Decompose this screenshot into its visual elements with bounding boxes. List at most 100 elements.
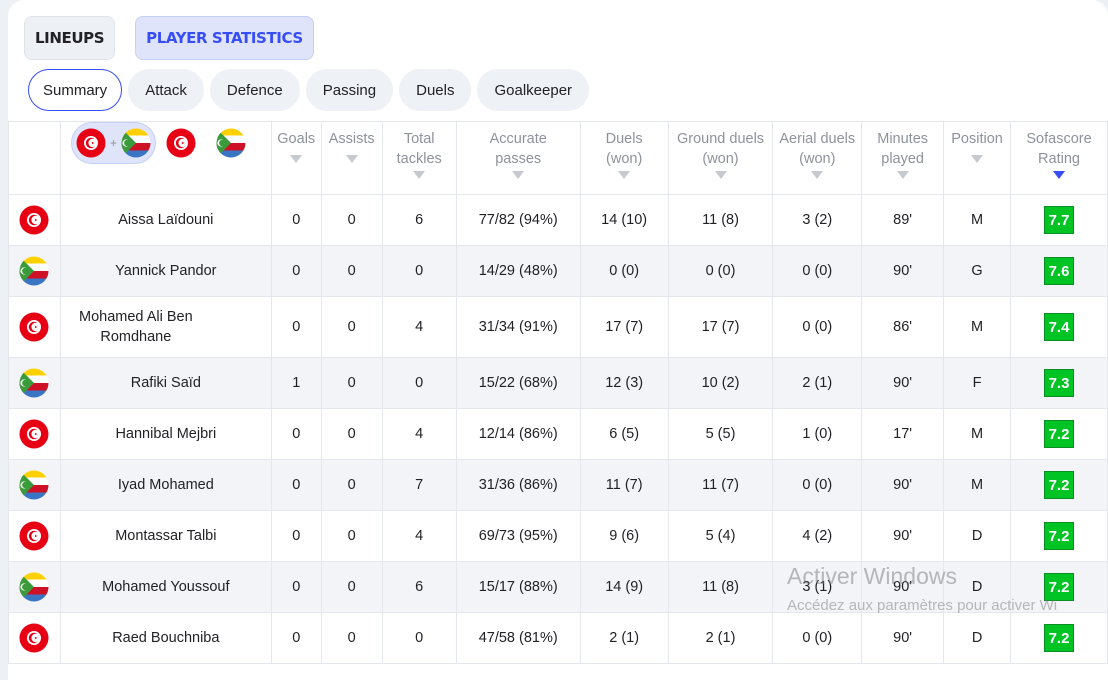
sort-arrow-icon[interactable]	[811, 171, 824, 179]
player-name-link[interactable]: Montassar Talbi	[59, 510, 272, 562]
tunisia-flag-icon	[19, 419, 49, 449]
player-name-link[interactable]: Mohamed Ali Ben Romdhane	[59, 296, 272, 358]
duels-won-cell: 0 (0)	[579, 245, 669, 297]
sort-arrow-icon[interactable]	[413, 171, 426, 179]
team-flag-cell	[8, 459, 61, 511]
assists-cell: 0	[320, 357, 383, 409]
sort-arrow-icon[interactable]	[345, 155, 358, 163]
team-filter: +	[59, 121, 272, 195]
tunisia-flag-icon	[76, 128, 106, 158]
rating-cell: 7.4	[1010, 296, 1108, 358]
goals-cell: 0	[270, 561, 322, 613]
goals-cell: 0	[270, 245, 322, 297]
rating-badge: 7.3	[1044, 369, 1074, 397]
team-flag-cell	[8, 296, 61, 358]
tunisia-flag-icon	[19, 521, 49, 551]
rating-cell: 7.2	[1010, 510, 1108, 562]
column-header-goals[interactable]: Goals	[270, 121, 322, 195]
total-tackles-cell: 4	[381, 510, 457, 562]
tab-attack[interactable]: Attack	[128, 69, 204, 111]
rating-cell: 7.7	[1010, 194, 1108, 246]
comoros-flag-icon	[19, 256, 49, 286]
player-row[interactable]: Montassar Talbi 0 0 4 69/73 (95%) 9 (6) 5 (4) 4…	[8, 510, 1108, 562]
minutes-played-cell: 90'	[861, 357, 945, 409]
rating-badge: 7.6	[1044, 257, 1074, 285]
player-name-link[interactable]: Rafiki Saïd	[59, 357, 272, 409]
player-row[interactable]: Iyad Mohamed 0 0 7 31/36 (86%) 11 (7) 11 (7) 0 …	[8, 459, 1108, 511]
team-flag-cell	[8, 561, 61, 613]
both-teams-filter-button[interactable]: +	[70, 122, 156, 164]
column-label: Goals	[277, 131, 316, 147]
player-name-link[interactable]: Hannibal Mejbri	[59, 408, 272, 460]
column-label: Total tackles	[396, 131, 442, 167]
tunisia-filter-button[interactable]	[166, 128, 196, 158]
total-tackles-cell: 6	[381, 194, 457, 246]
ground-duels-won-cell: 5 (5)	[667, 408, 774, 460]
player-name-link[interactable]: Iyad Mohamed	[59, 459, 272, 511]
rating-cell: 7.3	[1010, 357, 1108, 409]
total-tackles-cell: 0	[381, 357, 457, 409]
tab-player-statistics[interactable]: PLAYER STATISTICS	[135, 16, 314, 60]
column-header-ground-duels-won[interactable]: Ground duels (won)	[667, 121, 774, 195]
rating-badge: 7.2	[1044, 471, 1074, 499]
assists-cell: 0	[320, 245, 383, 297]
duels-won-cell: 17 (7)	[579, 296, 669, 358]
sort-arrow-icon[interactable]	[618, 171, 631, 179]
column-label: Position	[951, 131, 1003, 147]
sort-arrow-icon[interactable]	[714, 171, 727, 179]
accurate-passes-cell: 12/14 (86%)	[455, 408, 581, 460]
player-row[interactable]: Hannibal Mejbri 0 0 4 12/14 (86%) 6 (5) 5 (5) 1…	[8, 408, 1108, 460]
sort-arrow-icon[interactable]	[971, 155, 984, 163]
player-name-link[interactable]: Yannick Pandor	[59, 245, 272, 297]
position-cell: M	[943, 408, 1012, 460]
column-header-accurate-passes[interactable]: Accurate passes	[455, 121, 581, 195]
position-cell: M	[943, 296, 1012, 358]
tab-passing[interactable]: Passing	[305, 69, 394, 111]
aerial-duels-won-cell: 1 (0)	[772, 408, 863, 460]
duels-won-cell: 14 (10)	[579, 194, 669, 246]
column-header-minutes-played[interactable]: Minutes played	[861, 121, 945, 195]
tab-summary[interactable]: Summary	[28, 69, 123, 111]
total-tackles-cell: 4	[381, 296, 457, 358]
aerial-duels-won-cell: 4 (2)	[772, 510, 863, 562]
tab-duels[interactable]: Duels	[399, 69, 472, 111]
tab-lineups[interactable]: LINEUPS	[24, 16, 116, 60]
tab-defence[interactable]: Defence	[209, 69, 300, 111]
windows-activation-watermark: Activer Windows	[787, 563, 957, 589]
aerial-duels-won-cell: 0 (0)	[772, 459, 863, 511]
column-label: Duels (won)	[605, 131, 643, 167]
minutes-played-cell: 90'	[861, 459, 945, 511]
total-tackles-cell: 6	[381, 561, 457, 613]
column-header-total-tackles[interactable]: Total tackles	[381, 121, 457, 195]
comoros-flag-icon	[19, 368, 49, 398]
column-header-sofascore-rating[interactable]: Sofascore Rating	[1010, 121, 1108, 195]
goals-cell: 0	[270, 296, 322, 358]
flag-column-header	[8, 121, 61, 195]
goals-cell: 0	[270, 459, 322, 511]
column-header-assists[interactable]: Assists	[320, 121, 383, 195]
tunisia-flag-icon	[166, 128, 196, 158]
ground-duels-won-cell: 5 (4)	[667, 510, 774, 562]
column-label: Accurate passes	[489, 131, 547, 167]
tab-goalkeeper[interactable]: Goalkeeper	[477, 69, 590, 111]
goals-cell: 0	[270, 408, 322, 460]
column-header-aerial-duels-won[interactable]: Aerial duels (won)	[772, 121, 863, 195]
player-row[interactable]: Aissa Laïdouni 0 0 6 77/82 (94%) 14 (10) 11 (8…	[8, 194, 1108, 246]
player-row[interactable]: Yannick Pandor 0 0 0 14/29 (48%) 0 (0) 0 (0) 0 …	[8, 245, 1108, 297]
player-name-link[interactable]: Mohamed Youssouf	[59, 561, 272, 613]
player-row[interactable]: Rafiki Saïd 1 0 0 15/22 (68%) 12 (3) 10 (2) 2 (…	[8, 357, 1108, 409]
column-header-duels-won[interactable]: Duels (won)	[579, 121, 669, 195]
column-label: Assists	[328, 131, 375, 147]
player-row[interactable]: Mohamed Ali Ben Romdhane 0 0 4 31/34 (91%) 17…	[8, 296, 1108, 358]
aerial-duels-won-cell: 3 (2)	[772, 194, 863, 246]
sort-arrow-icon[interactable]	[290, 155, 303, 163]
ground-duels-won-cell: 11 (8)	[667, 194, 774, 246]
sort-arrow-icon[interactable]	[896, 171, 909, 179]
plus-icon: +	[109, 136, 117, 150]
comoros-filter-button[interactable]	[216, 128, 246, 158]
sort-arrow-icon[interactable]	[512, 171, 525, 179]
player-name-link[interactable]: Aissa Laïdouni	[59, 194, 272, 246]
column-header-position[interactable]: Position	[943, 121, 1012, 195]
position-cell: G	[943, 245, 1012, 297]
sort-arrow-active-icon[interactable]	[1053, 171, 1065, 179]
